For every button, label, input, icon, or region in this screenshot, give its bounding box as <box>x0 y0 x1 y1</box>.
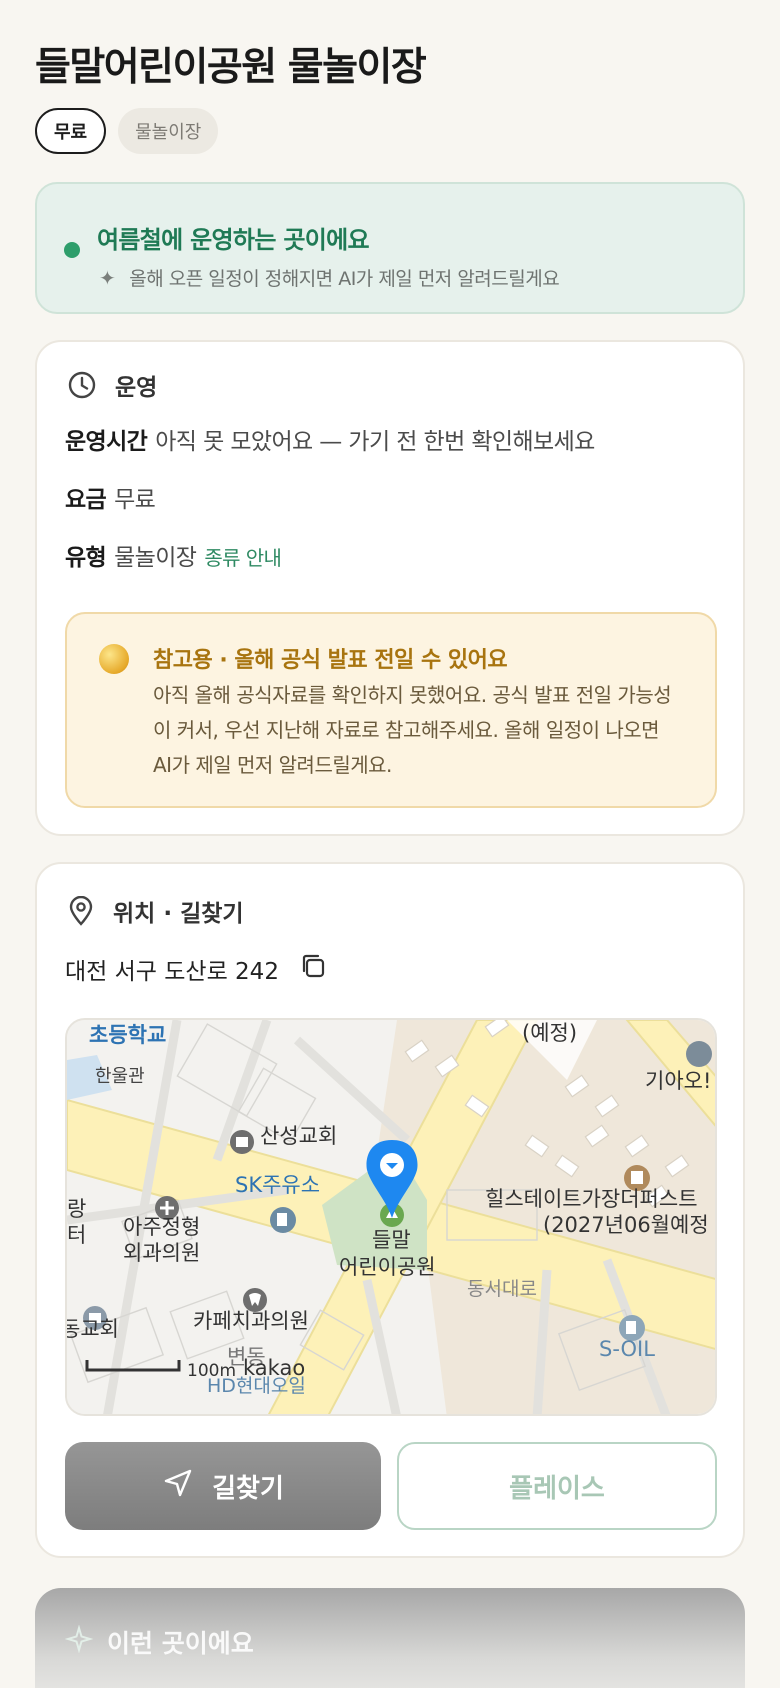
action-buttons: 길찾기 플레이스 <box>65 1442 717 1530</box>
location-title: 위치 · 길찾기 <box>113 901 244 927</box>
church-poi-icon <box>230 1130 254 1154</box>
copy-icon[interactable] <box>299 952 327 986</box>
type-label: 유형 <box>65 545 107 571</box>
route-button-label: 길찾기 <box>212 1473 284 1504</box>
fee-chip[interactable]: 무료 <box>35 108 107 154</box>
map-label-park-1: 들말 <box>372 1228 411 1252</box>
navigation-arrow-icon <box>162 1467 194 1506</box>
page-title: 들말어린이공원 물놀이장 <box>35 45 427 90</box>
location-card: 위치 · 길찾기 대전 서구 도산로 242 초등학교 한울관 (예정) 기아오… <box>35 862 745 1558</box>
operation-title: 운영 <box>115 375 158 401</box>
map-label-road: 동서대로 <box>467 1278 537 1300</box>
map-view[interactable]: 초등학교 한울관 (예정) 기아오! 산성교회 SK주유소 들말 어린이공원 힐… <box>65 1018 717 1416</box>
more-info-header: 이런 곳이에요 <box>64 1624 254 1660</box>
map-label-lang-2: 터 <box>67 1223 86 1247</box>
map-scale-label: 100m <box>187 1361 236 1381</box>
map-label-hill-1: 힐스테이트가장더퍼스트 <box>485 1187 698 1211</box>
place-button-label: 플레이스 <box>509 1473 605 1504</box>
sun-icon <box>99 644 129 674</box>
map-canvas: 초등학교 한울관 (예정) 기아오! 산성교회 SK주유소 들말 어린이공원 힐… <box>67 1020 715 1414</box>
map-label-church: 산성교회 <box>260 1124 337 1148</box>
map-label-dental: 카페치과의원 <box>193 1309 309 1333</box>
operation-header: 운영 <box>67 368 157 402</box>
location-pin-icon <box>67 896 95 926</box>
type-row: 유형 물놀이장 종류 안내 <box>65 538 282 572</box>
address-text: 대전 서구 도산로 242 <box>65 959 279 985</box>
location-header: 위치 · 길찾기 <box>67 894 244 928</box>
fee-label: 요금 <box>65 487 107 513</box>
hours-label: 운영시간 <box>65 429 148 455</box>
type-guide-link[interactable]: 종류 안내 <box>204 546 282 570</box>
map-label-school: 초등학교 <box>89 1023 166 1047</box>
service-poi-icon <box>686 1041 712 1067</box>
more-info-title: 이런 곳이에요 <box>107 1629 254 1658</box>
sparkle-icon: ✦ <box>99 265 116 290</box>
map-label-kia: 기아오! <box>645 1069 711 1093</box>
address-row: 대전 서구 도산로 242 <box>65 952 327 986</box>
map-brand-logo: kakao <box>243 1356 305 1380</box>
kind-chip[interactable]: 물놀이장 <box>118 108 219 154</box>
map-label-soil: S-OIL <box>599 1337 655 1361</box>
tag-chips: 무료 물놀이장 <box>35 108 219 154</box>
status-dot-icon <box>64 242 80 258</box>
map-label-construction: (예정) <box>522 1021 577 1045</box>
season-subtext: 올해 오픈 일정이 정해지면 AI가 제일 먼저 알려드릴게요 <box>129 268 560 290</box>
map-label-lang-1: 랑 <box>67 1197 86 1221</box>
sparkle-outline-icon <box>64 1624 94 1659</box>
map-label-clinic-2: 외과의원 <box>123 1241 200 1265</box>
route-button[interactable]: 길찾기 <box>65 1442 381 1530</box>
map-label-hanul: 한울관 <box>95 1066 145 1087</box>
season-heading: 여름철에 운영하는 곳이에요 <box>97 226 370 254</box>
map-label-clinic-1: 아주정형 <box>123 1215 200 1239</box>
season-banner: 여름철에 운영하는 곳이에요 ✦ 올해 오픈 일정이 정해지면 AI가 제일 먼… <box>35 182 745 314</box>
more-info-section: 이런 곳이에요 <box>35 1588 745 1688</box>
fuel-poi-icon <box>270 1207 296 1233</box>
map-label-hill-2: (2027년06월예정 <box>543 1213 709 1237</box>
notice-body: 아직 올해 공식자료를 확인하지 못했어요. 공식 발표 전일 가능성이 커서,… <box>153 683 672 777</box>
fee-value: 무료 <box>114 487 156 513</box>
type-value: 물놀이장 <box>114 545 197 571</box>
hours-value: 아직 못 모았어요 — 가기 전 한번 확인해보세요 <box>155 429 595 455</box>
notice-title: 참고용 · 올해 공식 발표 전일 수 있어요 <box>153 648 508 673</box>
map-label-park-2: 어린이공원 <box>339 1255 436 1279</box>
map-label-dong-church: 동교회 <box>67 1317 119 1341</box>
clock-icon <box>67 370 97 400</box>
season-subtext-row: ✦ 올해 오픈 일정이 정해지면 AI가 제일 먼저 알려드릴게요 <box>99 264 560 291</box>
reference-notice: 참고용 · 올해 공식 발표 전일 수 있어요 아직 올해 공식자료를 확인하지… <box>65 612 717 808</box>
hours-row: 운영시간 아직 못 모았어요 — 가기 전 한번 확인해보세요 <box>65 422 595 456</box>
operation-card: 운영 운영시간 아직 못 모았어요 — 가기 전 한번 확인해보세요 요금 무료 유… <box>35 340 745 836</box>
place-button[interactable]: 플레이스 <box>397 1442 717 1530</box>
map-label-sk: SK주유소 <box>235 1173 320 1197</box>
fee-row: 요금 무료 <box>65 480 156 514</box>
